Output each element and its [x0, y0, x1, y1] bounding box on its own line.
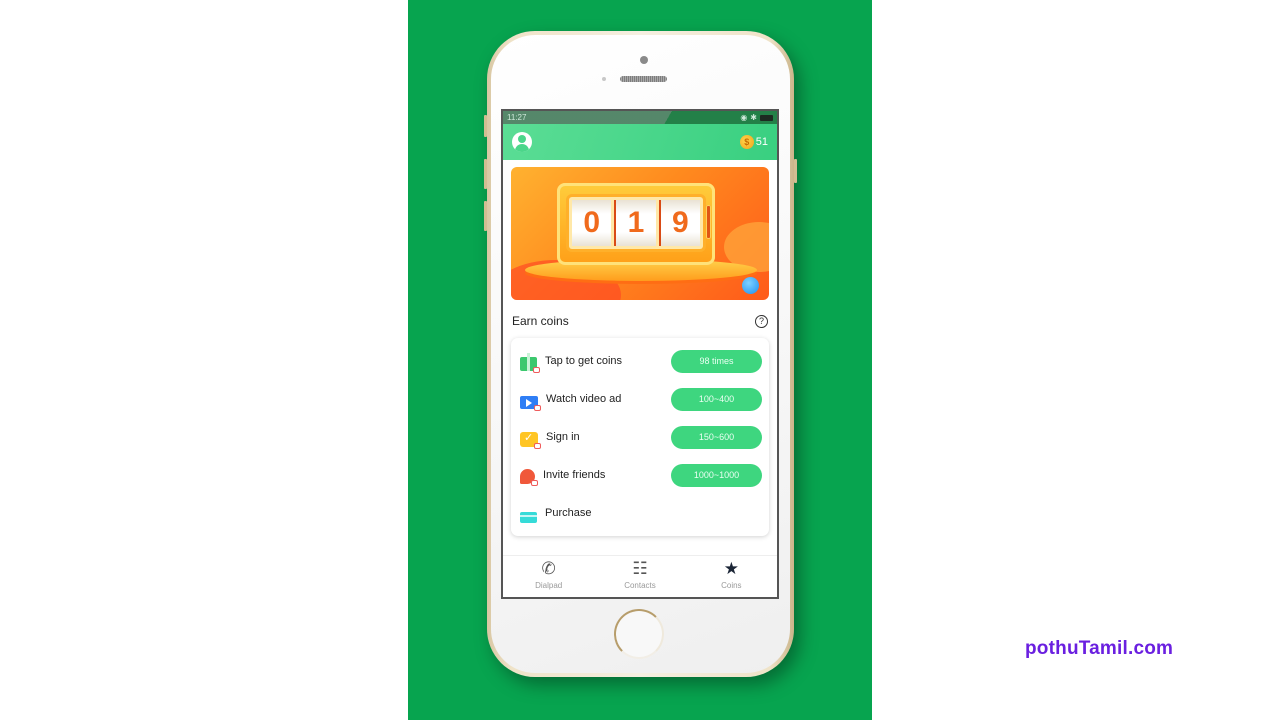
- item-label: Tap to get coins: [545, 355, 623, 367]
- sign-in-button[interactable]: 150~600: [671, 425, 762, 449]
- front-camera: [640, 56, 648, 64]
- coin-icon: $: [739, 135, 754, 149]
- volume-down-button: [484, 201, 487, 231]
- home-button[interactable]: [614, 609, 664, 659]
- bottom-tab-bar: ✆ Dialpad ☷ Contacts ★ Coins: [503, 555, 777, 597]
- battery-icon: [760, 114, 773, 121]
- section-title: Earn coins: [512, 314, 569, 328]
- app-screen: 11:27 ◉ ✱ $ 51 0 1 9 Earn coins ? Tap to…: [501, 109, 779, 599]
- chat-bubble-icon[interactable]: [742, 277, 759, 294]
- phone-icon: ✆: [541, 559, 556, 578]
- status-time: 11:27: [507, 113, 527, 122]
- item-label: Sign in: [546, 431, 580, 443]
- tab-contacts[interactable]: ☷ Contacts: [594, 556, 685, 597]
- profile-avatar-icon[interactable]: [512, 132, 532, 152]
- star-icon: ★: [723, 559, 739, 578]
- earn-coins-header: Earn coins ?: [503, 313, 777, 329]
- status-bar: 11:27 ◉ ✱: [503, 111, 777, 124]
- item-label: Watch video ad: [546, 393, 622, 405]
- reel-digit: 1: [614, 200, 656, 246]
- tab-coins[interactable]: ★ Coins: [686, 556, 777, 597]
- power-button: [794, 159, 797, 183]
- alarm-icon: ◉: [740, 113, 748, 122]
- proximity-sensor: [602, 77, 606, 81]
- tab-label: Coins: [721, 581, 742, 590]
- coin-count: 51: [755, 136, 768, 148]
- stage: 11:27 ◉ ✱ $ 51 0 1 9 Earn coins ? Tap to…: [0, 0, 1280, 720]
- slot-lever-icon: [706, 205, 711, 239]
- invite-icon: [520, 468, 538, 486]
- item-label: Invite friends: [543, 469, 606, 481]
- list-item-tap-coins[interactable]: Tap to get coins 98 times: [511, 342, 769, 380]
- card-icon: [520, 511, 537, 523]
- reel-digit: 0: [572, 200, 612, 246]
- list-item-watch-video[interactable]: Watch video ad 100~400: [511, 380, 769, 418]
- tab-label: Contacts: [624, 581, 656, 590]
- list-item-purchase[interactable]: Purchase: [511, 494, 769, 532]
- tab-label: Dialpad: [535, 581, 563, 590]
- app-header: $ 51: [503, 124, 777, 160]
- tap-coins-button[interactable]: 98 times: [671, 349, 762, 373]
- contacts-book-icon: ☷: [632, 559, 648, 578]
- mute-switch: [484, 115, 487, 137]
- list-item-sign-in[interactable]: Sign in 150~600: [511, 418, 769, 456]
- reel-digit: 9: [658, 200, 700, 246]
- list-item-invite-friends[interactable]: Invite friends 1000~1000: [511, 456, 769, 494]
- bluetooth-icon: ✱: [750, 113, 757, 122]
- earn-coins-list: Tap to get coins 98 times Watch video ad…: [511, 338, 769, 536]
- gift-icon: [520, 353, 540, 373]
- earpiece-speaker: [620, 76, 667, 82]
- coin-balance[interactable]: $ 51: [739, 135, 768, 149]
- site-watermark: pothuTamil.com: [1025, 638, 1174, 659]
- item-label: Purchase: [545, 507, 592, 519]
- tab-dialpad[interactable]: ✆ Dialpad: [503, 556, 594, 597]
- help-icon[interactable]: ?: [755, 314, 768, 328]
- slot-machine: 0 1 9: [557, 183, 715, 265]
- slot-machine-banner[interactable]: 0 1 9: [511, 167, 769, 300]
- volume-up-button: [484, 159, 487, 189]
- invite-friends-button[interactable]: 1000~1000: [671, 463, 762, 487]
- calendar-check-icon: [520, 431, 541, 449]
- video-icon: [520, 395, 541, 411]
- watch-video-button[interactable]: 100~400: [671, 387, 762, 411]
